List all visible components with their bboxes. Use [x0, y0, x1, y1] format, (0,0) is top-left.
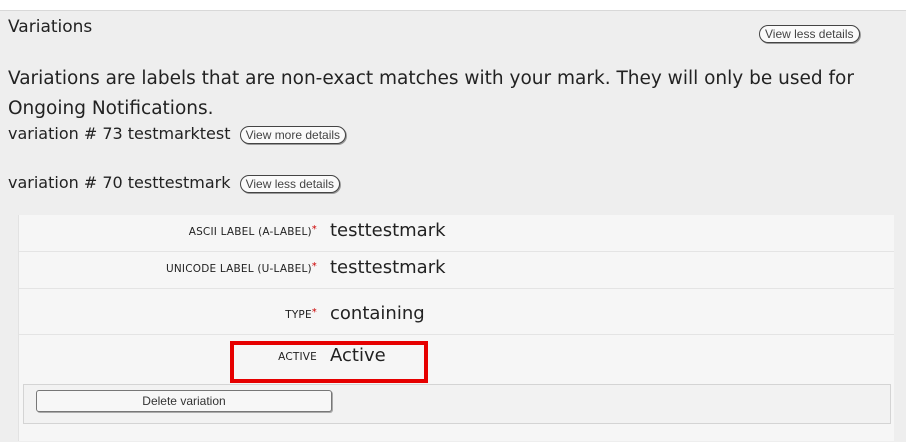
- required-marker: *: [311, 307, 317, 318]
- field-active: ACTIVE Active: [19, 340, 894, 376]
- field-value: testtestmark: [330, 257, 446, 278]
- delete-variation-button[interactable]: Delete variation: [36, 390, 332, 412]
- field-label: ASCII LABEL (A-LABEL)*: [188, 224, 317, 238]
- section-title: Variations: [8, 17, 93, 37]
- view-less-details-button-70[interactable]: View less details: [239, 174, 341, 193]
- field-value: containing: [330, 303, 425, 324]
- field-ascii-label: ASCII LABEL (A-LABEL)* testtestmark: [19, 215, 894, 252]
- variation-73-label: variation # 73 testmarktest: [8, 124, 231, 143]
- variation-73: variation # 73 testmarktest View more de…: [8, 124, 347, 144]
- field-type: TYPE* containing: [19, 298, 894, 335]
- field-label: TYPE*: [285, 307, 317, 321]
- variation-70: variation # 70 testtestmark View less de…: [8, 173, 341, 193]
- highlight-box: [230, 341, 428, 383]
- required-marker: *: [311, 261, 317, 272]
- required-marker: *: [311, 224, 317, 235]
- view-more-details-button[interactable]: View more details: [239, 125, 347, 144]
- view-less-details-button[interactable]: View less details: [759, 25, 860, 43]
- variation-70-label: variation # 70 testtestmark: [8, 173, 231, 192]
- delete-row: Delete variation: [23, 384, 891, 424]
- field-label: UNICODE LABEL (U-LABEL)*: [165, 261, 317, 275]
- field-unicode-label: UNICODE LABEL (U-LABEL)* testtestmark: [19, 252, 894, 289]
- field-value: testtestmark: [330, 220, 446, 241]
- section-description: Variations are labels that are non-exact…: [8, 68, 854, 119]
